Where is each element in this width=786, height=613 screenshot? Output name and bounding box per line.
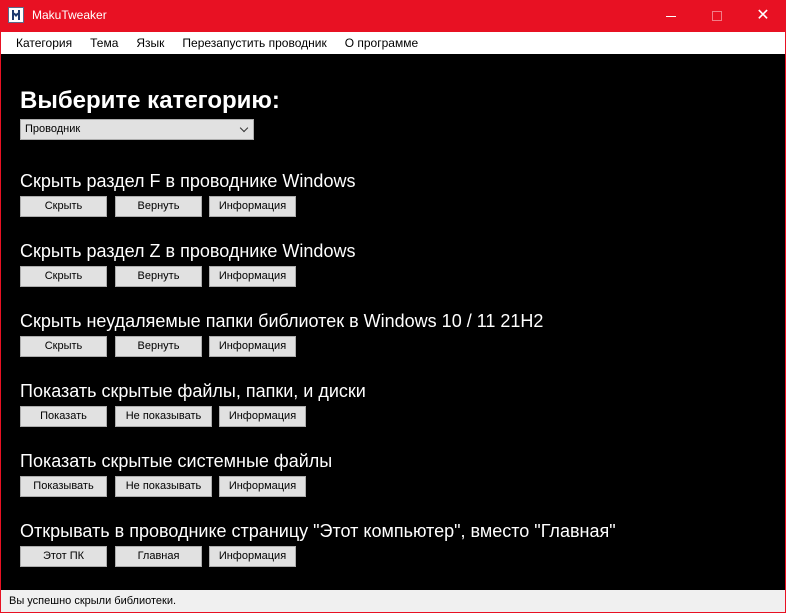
title-bar[interactable]: MakuTweaker ✕: [0, 0, 786, 32]
dont-show-button[interactable]: Не показывать: [115, 476, 212, 497]
home-button[interactable]: Главная: [115, 546, 202, 567]
minimize-icon: [666, 15, 676, 17]
maximize-button[interactable]: [694, 0, 740, 32]
status-bar: Вы успешно скрыли библиотеки.: [1, 590, 785, 612]
section-title: Скрыть раздел Z в проводнике Windows: [20, 241, 356, 261]
menu-item-theme[interactable]: Тема: [81, 32, 127, 54]
tweak-section: Скрыть раздел F в проводнике Windows Скр…: [20, 171, 760, 217]
info-button[interactable]: Информация: [219, 406, 306, 427]
info-button[interactable]: Информация: [209, 336, 296, 357]
hide-button[interactable]: Скрыть: [20, 196, 107, 217]
section-title: Открывать в проводнике страницу "Этот ко…: [20, 521, 616, 541]
main-content: Выберите категорию: Проводник Скрыть раз…: [1, 54, 785, 590]
close-button[interactable]: ✕: [740, 0, 786, 32]
maximize-icon: [712, 11, 722, 21]
restore-button[interactable]: Вернуть: [115, 196, 202, 217]
menu-item-about[interactable]: О программе: [336, 32, 427, 54]
tweak-section: Показать скрытые файлы, папки, и диски П…: [20, 381, 760, 427]
tweak-section: Скрыть неудаляемые папки библиотек в Win…: [20, 311, 760, 357]
hide-button[interactable]: Скрыть: [20, 266, 107, 287]
app-window: MakuTweaker ✕ Категория Тема Язык Переза…: [0, 0, 786, 613]
section-title: Показать скрытые файлы, папки, и диски: [20, 381, 366, 401]
dont-show-button[interactable]: Не показывать: [115, 406, 212, 427]
this-pc-button[interactable]: Этот ПК: [20, 546, 107, 567]
info-button[interactable]: Информация: [219, 476, 306, 497]
info-button[interactable]: Информация: [209, 266, 296, 287]
close-icon: ✕: [756, 7, 770, 24]
status-text: Вы успешно скрыли библиотеки.: [9, 595, 177, 607]
section-title: Показать скрытые системные файлы: [20, 451, 333, 471]
tweak-section: Показать скрытые системные файлы Показыв…: [20, 451, 760, 497]
section-title: Скрыть неудаляемые папки библиотек в Win…: [20, 311, 544, 331]
show-button[interactable]: Показать: [20, 406, 107, 427]
minimize-button[interactable]: [648, 0, 694, 32]
menu-bar: Категория Тема Язык Перезапустить провод…: [1, 32, 785, 54]
info-button[interactable]: Информация: [209, 196, 296, 217]
page-title: Выберите категорию:: [20, 87, 280, 114]
restore-button[interactable]: Вернуть: [115, 336, 202, 357]
category-select[interactable]: Проводник: [20, 119, 254, 140]
window-title: MakuTweaker: [32, 8, 107, 22]
tweak-section: Скрыть раздел Z в проводнике Windows Скр…: [20, 241, 760, 287]
section-title: Скрыть раздел F в проводнике Windows: [20, 171, 356, 191]
menu-item-language[interactable]: Язык: [127, 32, 173, 54]
menu-item-restart-explorer[interactable]: Перезапустить проводник: [173, 32, 335, 54]
category-select-value: Проводник: [25, 123, 81, 135]
show-button[interactable]: Показывать: [20, 476, 107, 497]
tweak-section: Открывать в проводнике страницу "Этот ко…: [20, 521, 760, 567]
chevron-down-icon: [239, 123, 249, 133]
info-button[interactable]: Информация: [209, 546, 296, 567]
restore-button[interactable]: Вернуть: [115, 266, 202, 287]
app-logo-icon: [8, 7, 24, 23]
hide-button[interactable]: Скрыть: [20, 336, 107, 357]
menu-item-category[interactable]: Категория: [1, 32, 81, 54]
